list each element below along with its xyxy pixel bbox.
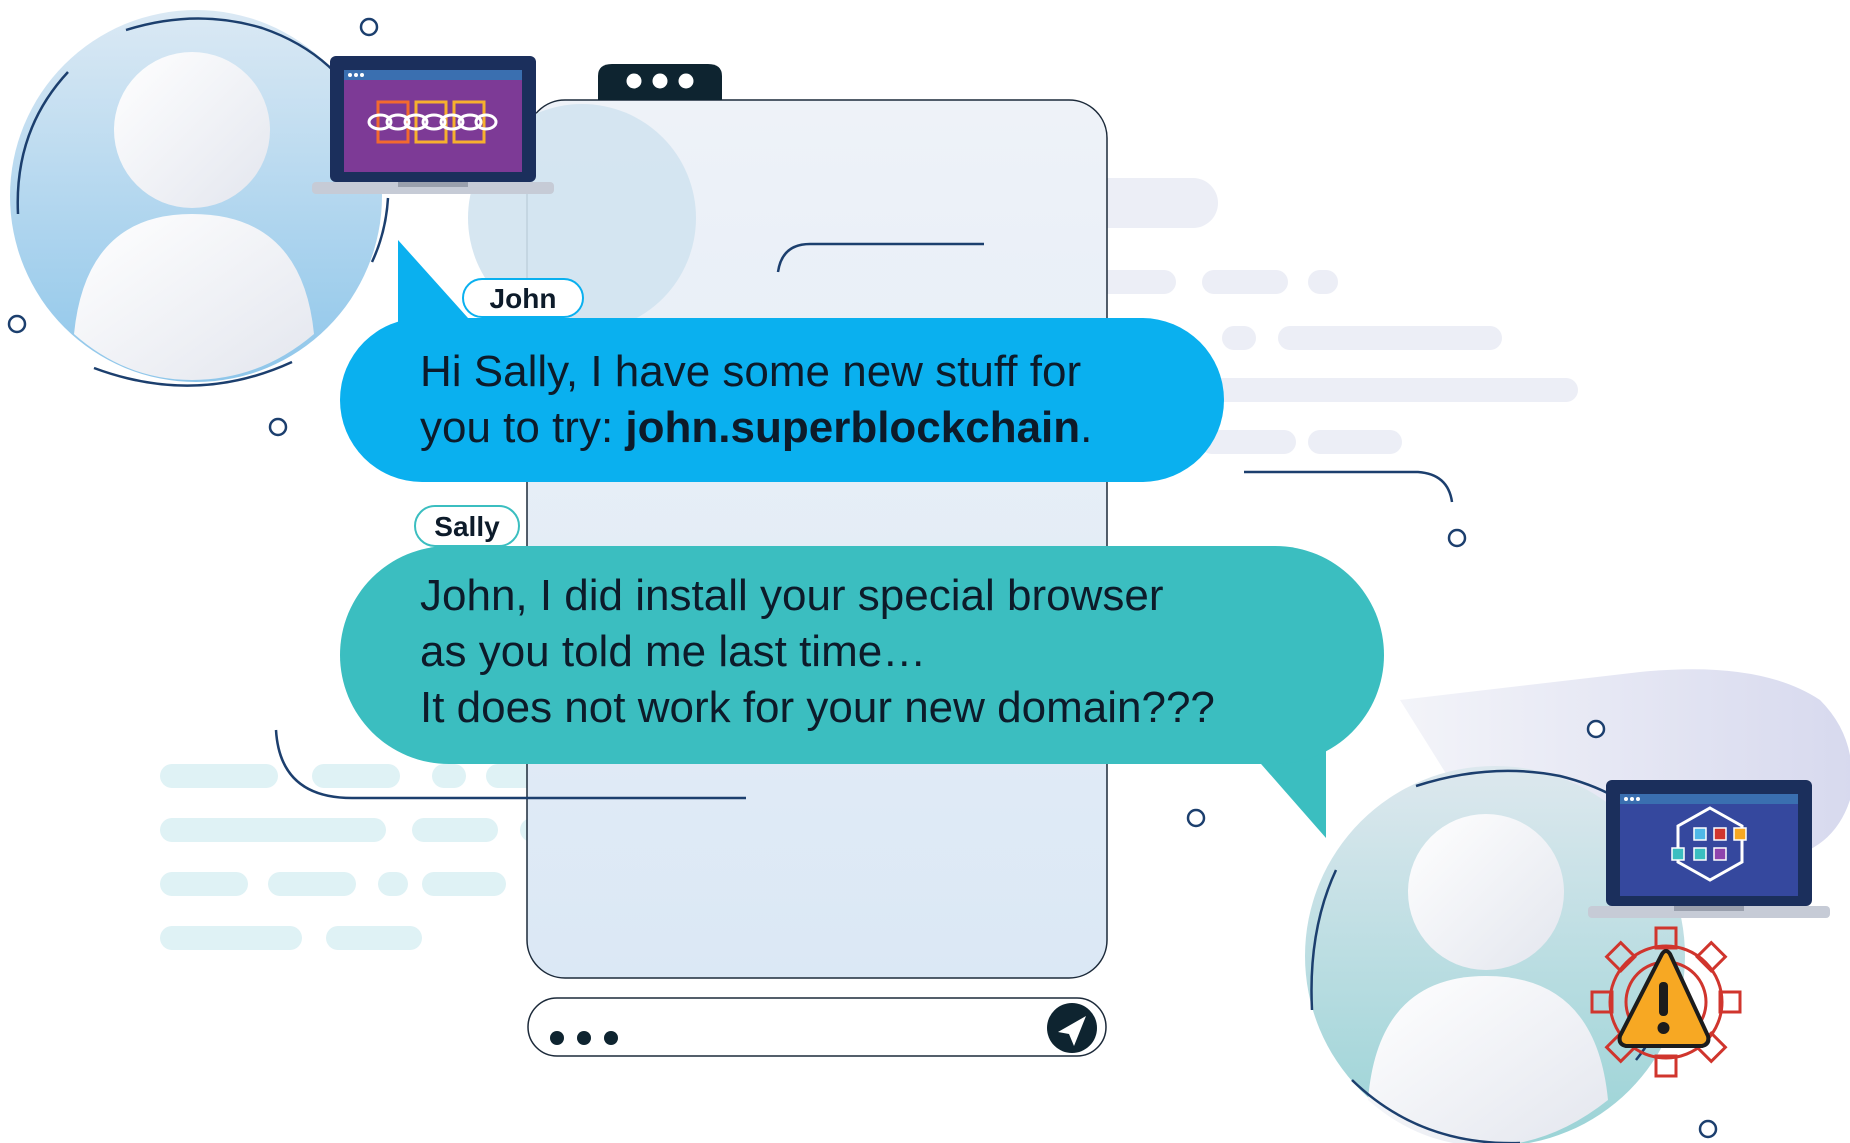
- john-message-text: Hi Sally, I have some new stuff for you …: [420, 344, 1200, 456]
- sally-name-label: Sally: [434, 511, 500, 542]
- send-button[interactable]: [1046, 1002, 1098, 1054]
- sally-name-tag: Sally: [414, 505, 520, 547]
- john-message-line-2-prefix: you to try:: [420, 403, 626, 452]
- sally-message-line-1: John, I did install your special browser: [420, 571, 1164, 620]
- sally-message-text: John, I did install your special browser…: [420, 568, 1360, 736]
- john-name-tag: John: [462, 278, 584, 318]
- sally-message-line-3: It does not work for your new domain???: [420, 683, 1215, 732]
- domain-link[interactable]: john.superblockchain: [625, 403, 1080, 452]
- john-bubble-tail: [398, 240, 468, 328]
- john-name-label: John: [489, 283, 557, 314]
- sally-laptop-icon: [1588, 780, 1830, 918]
- john-message-line-1: Hi Sally, I have some new stuff for: [420, 347, 1082, 396]
- john-message-line-2: you to try: john.superblockchain.: [420, 400, 1200, 456]
- sally-message-line-2: as you told me last time…: [420, 627, 927, 676]
- john-laptop-icon: [312, 56, 554, 194]
- notch-dots-icon: [626, 73, 694, 89]
- message-input[interactable]: [530, 1000, 1030, 1054]
- john-message-line-2-suffix: .: [1080, 403, 1093, 452]
